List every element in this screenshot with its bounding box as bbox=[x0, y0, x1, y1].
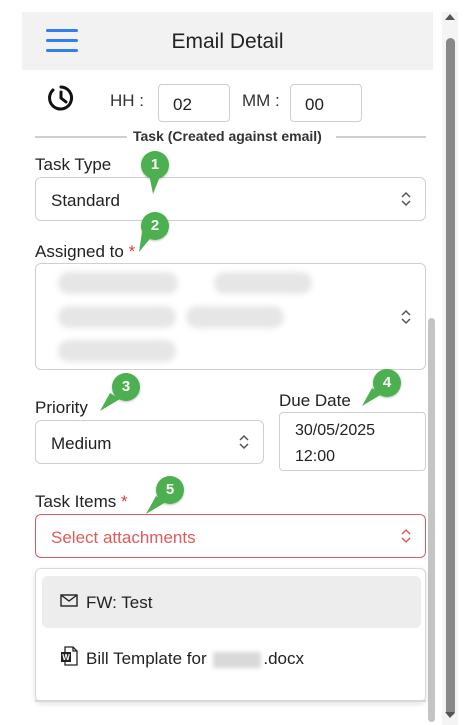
task-items-label: Task Items * bbox=[35, 492, 128, 512]
document-name-suffix: .docx bbox=[263, 649, 305, 668]
svg-text:W: W bbox=[62, 653, 70, 662]
priority-select[interactable]: Medium bbox=[35, 420, 264, 464]
divider-line-right bbox=[336, 136, 426, 138]
priority-value: Medium bbox=[51, 434, 112, 453]
assigned-to-label-text: Assigned to bbox=[35, 242, 124, 261]
badge-pointer-icon bbox=[149, 174, 161, 194]
section-title: Task (Created against email) bbox=[131, 128, 324, 144]
due-date-label: Due Date bbox=[279, 391, 351, 410]
hours-input[interactable]: 02 bbox=[158, 84, 230, 122]
chevron-up-down-icon bbox=[401, 309, 411, 324]
divider-line-left bbox=[35, 136, 127, 138]
hours-label: HH : bbox=[110, 91, 144, 110]
assigned-to-multiselect[interactable] bbox=[35, 263, 426, 370]
task-items-label-text: Task Items bbox=[35, 492, 117, 511]
dropdown-option-document[interactable]: W Bill Template for .docx bbox=[42, 632, 421, 684]
inner-scrollbar-thumb[interactable] bbox=[428, 318, 435, 722]
email-icon bbox=[60, 594, 78, 607]
due-time-value: 12:00 bbox=[295, 448, 336, 465]
assigned-to-label: Assigned to * bbox=[35, 242, 135, 262]
assignee-chip[interactable] bbox=[186, 306, 284, 328]
assignee-chip[interactable] bbox=[58, 306, 176, 328]
document-name-prefix: Bill Template for bbox=[86, 649, 207, 668]
chevron-up-down-icon bbox=[401, 528, 411, 544]
task-items-select[interactable]: Select attachments bbox=[35, 514, 426, 558]
required-asterisk: * bbox=[128, 242, 136, 261]
badge-pointer-icon bbox=[139, 232, 154, 252]
bottom-border bbox=[35, 700, 426, 702]
task-items-placeholder: Select attachments bbox=[51, 528, 196, 547]
minutes-label: MM : bbox=[242, 91, 280, 110]
badge-pointer-icon bbox=[362, 388, 382, 406]
task-items-dropdown: FW: Test W Bill Template for .docx bbox=[35, 568, 426, 702]
required-asterisk: * bbox=[120, 492, 128, 511]
chevron-up-down-icon bbox=[239, 434, 249, 450]
minutes-input[interactable]: 00 bbox=[290, 84, 362, 122]
scroll-down-arrow-icon[interactable] bbox=[445, 712, 455, 718]
assignee-chip[interactable] bbox=[214, 272, 312, 294]
dropdown-option-label: Bill Template for .docx bbox=[86, 649, 304, 669]
dropdown-option-email[interactable]: FW: Test bbox=[42, 576, 421, 628]
task-type-value: Standard bbox=[51, 191, 120, 210]
priority-label: Priority bbox=[35, 398, 88, 417]
task-type-label: Task Type bbox=[35, 155, 112, 174]
badge-pointer-icon bbox=[146, 496, 166, 514]
scrollbar-thumb[interactable] bbox=[446, 38, 455, 716]
app-header: Email Detail bbox=[22, 12, 433, 70]
due-date-input[interactable]: 30/05/2025 12:00 bbox=[279, 412, 426, 471]
due-date-value: 30/05/2025 bbox=[295, 422, 376, 439]
task-type-select[interactable]: Standard bbox=[35, 177, 426, 221]
word-document-icon: W bbox=[61, 646, 78, 666]
badge-pointer-icon bbox=[100, 393, 120, 411]
clock-icon bbox=[48, 85, 74, 111]
dropdown-option-label: FW: Test bbox=[86, 593, 153, 612]
scroll-up-arrow-icon[interactable] bbox=[445, 14, 455, 20]
page-title: Email Detail bbox=[171, 30, 284, 53]
assignee-chip[interactable] bbox=[58, 340, 176, 362]
redacted-name bbox=[213, 651, 262, 668]
chevron-up-down-icon bbox=[401, 191, 411, 207]
assignee-chip[interactable] bbox=[58, 272, 178, 294]
